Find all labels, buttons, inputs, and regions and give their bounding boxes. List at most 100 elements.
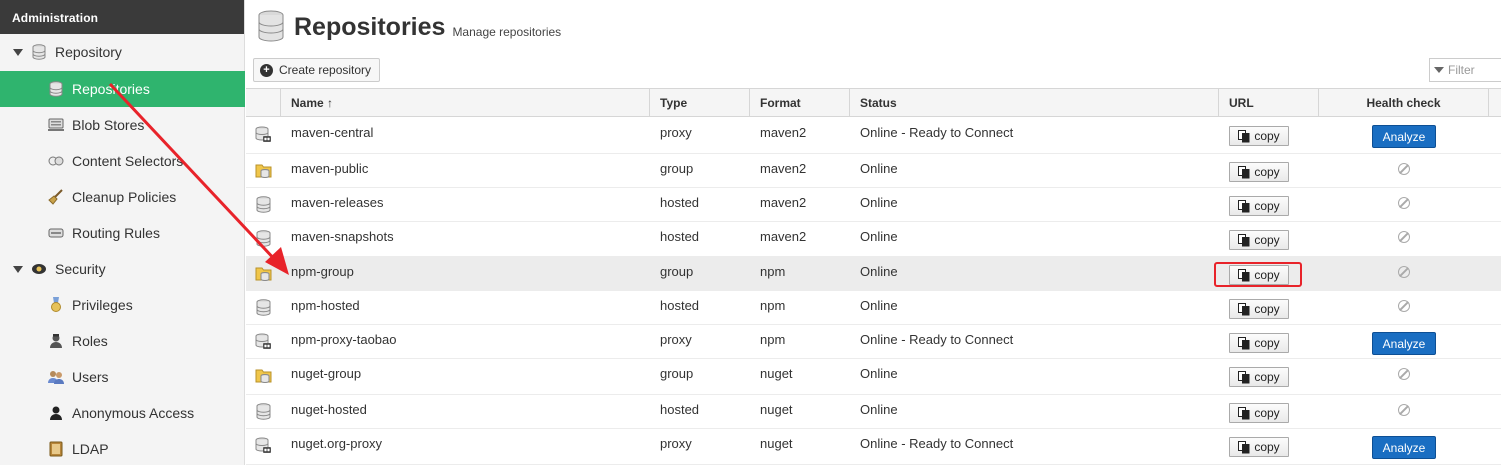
analyze-button[interactable]: Analyze <box>1372 125 1436 148</box>
repository-hosted-icon <box>255 299 272 316</box>
copy-url-button[interactable]: copy <box>1229 367 1289 387</box>
sidebar-item-cleanup-policies[interactable]: Cleanup Policies <box>0 179 245 215</box>
cell-type: proxy <box>660 125 692 140</box>
column-header-name[interactable]: Name ↑ <box>281 89 650 117</box>
copy-label: copy <box>1254 199 1280 213</box>
page-header: Repositories Manage repositories <box>258 10 561 42</box>
repository-row[interactable]: maven-central proxy maven2 Online - Ready t… <box>246 118 1501 154</box>
cell-status: Online - Ready to Connect <box>860 332 1014 347</box>
column-header-format[interactable]: Format <box>750 89 850 117</box>
copy-url-button[interactable]: copy <box>1229 299 1289 319</box>
grid-header: Name ↑ Type Format Status URL Health che… <box>246 88 1501 117</box>
role-icon <box>48 333 64 349</box>
sidebar-item-ldap[interactable]: LDAP <box>0 431 245 465</box>
sidebar-item-users[interactable]: Users <box>0 359 245 395</box>
repository-row[interactable]: nuget.org-proxy proxy nuget Online - Ready … <box>246 429 1501 465</box>
copy-url-button[interactable]: copy <box>1229 162 1289 182</box>
sidebar-item-blob-stores[interactable]: Blob Stores <box>0 107 245 143</box>
repository-row[interactable]: maven-snapshots hosted maven2 Online copy <box>246 222 1501 257</box>
clipboard-icon <box>1238 370 1250 383</box>
sidebar-item-label: Anonymous Access <box>72 405 195 421</box>
cell-name: npm-group <box>291 264 354 279</box>
analyze-button[interactable]: Analyze <box>1372 332 1436 355</box>
copy-url-button[interactable]: copy <box>1229 403 1289 423</box>
sidebar-item-security[interactable]: Security <box>0 251 245 287</box>
column-header-health-check[interactable]: Health check <box>1319 89 1489 117</box>
copy-url-button[interactable]: copy <box>1229 230 1289 250</box>
repository-row[interactable]: nuget-group group nuget Online copy <box>246 359 1501 395</box>
cell-name: npm-hosted <box>291 298 360 313</box>
sidebar-item-content-selectors[interactable]: Content Selectors <box>0 143 245 179</box>
repository-row[interactable]: npm-hosted hosted npm Online copy <box>246 291 1501 325</box>
column-header-type[interactable]: Type <box>650 89 750 117</box>
repository-row[interactable]: npm-proxy-taobao proxy npm Online - Ready t… <box>246 325 1501 359</box>
repository-hosted-icon <box>255 230 272 247</box>
database-icon <box>48 81 64 97</box>
copy-url-button[interactable]: copy <box>1229 126 1289 146</box>
sidebar-item-label: Security <box>55 261 106 277</box>
sidebar-item-label: Content Selectors <box>72 153 184 169</box>
cell-name: maven-public <box>291 161 369 176</box>
database-icon <box>258 10 284 42</box>
column-header-status[interactable]: Status <box>850 89 1219 117</box>
cell-status: Online <box>860 229 898 244</box>
filter-icon <box>1434 67 1444 73</box>
copy-label: copy <box>1254 336 1280 350</box>
repository-group-icon <box>255 162 272 179</box>
cell-name: maven-central <box>291 125 374 140</box>
sidebar-item-repository[interactable]: Repository <box>0 34 245 70</box>
plus-circle-icon: + <box>260 63 273 77</box>
sidebar-item-label: Repository <box>55 44 122 60</box>
repository-proxy-icon <box>255 437 272 454</box>
copy-label: copy <box>1254 165 1280 179</box>
not-available-icon <box>1398 266 1410 278</box>
sidebar-item-anonymous-access[interactable]: Anonymous Access <box>0 395 245 431</box>
cell-name: npm-proxy-taobao <box>291 332 397 347</box>
column-header-url[interactable]: URL <box>1219 89 1319 117</box>
cell-status: Online <box>860 264 898 279</box>
sidebar-item-label: Privileges <box>72 297 133 313</box>
repository-row[interactable]: nuget-hosted hosted nuget Online copy <box>246 395 1501 429</box>
sidebar-item-label: Cleanup Policies <box>72 189 177 205</box>
copy-url-button[interactable]: copy <box>1229 437 1289 457</box>
cell-type: hosted <box>660 229 700 244</box>
repository-proxy-icon <box>255 126 272 143</box>
repository-row[interactable]: npm-group group npm Online copy <box>246 257 1501 291</box>
filter-input[interactable]: Filter <box>1429 58 1501 82</box>
repository-row[interactable]: maven-public group maven2 Online copy <box>246 154 1501 188</box>
not-available-icon <box>1398 163 1410 175</box>
copy-url-button[interactable]: copy <box>1229 333 1289 353</box>
copy-label: copy <box>1254 406 1280 420</box>
cell-type: proxy <box>660 332 692 347</box>
sidebar-item-roles[interactable]: Roles <box>0 323 245 359</box>
cell-type: hosted <box>660 402 700 417</box>
eye-icon <box>31 261 47 277</box>
cell-name: nuget-hosted <box>291 402 367 417</box>
sidebar-item-repositories[interactable]: Repositories <box>0 71 245 107</box>
broom-icon <box>48 189 64 205</box>
sidebar-item-routing-rules[interactable]: Routing Rules <box>0 215 245 251</box>
server-icon <box>48 117 64 133</box>
sidebar-item-label: Routing Rules <box>72 225 160 241</box>
users-icon <box>48 369 64 385</box>
sidebar-item-privileges[interactable]: Privileges <box>0 287 245 323</box>
expand-triangle-icon[interactable] <box>13 265 23 273</box>
sidebar-item-label: LDAP <box>72 441 109 457</box>
cell-format: maven2 <box>760 125 807 140</box>
not-available-icon <box>1398 231 1410 243</box>
clipboard-icon <box>1238 336 1250 349</box>
analyze-button[interactable]: Analyze <box>1372 436 1436 459</box>
repository-proxy-icon <box>255 333 272 350</box>
expand-triangle-icon[interactable] <box>13 48 23 56</box>
cell-format: npm <box>760 298 786 313</box>
copy-url-button[interactable]: copy <box>1229 196 1289 216</box>
sidebar-item-label: Users <box>72 369 109 385</box>
copy-label: copy <box>1254 440 1280 454</box>
content-selector-icon <box>48 153 64 169</box>
repository-row[interactable]: maven-releases hosted maven2 Online copy <box>246 188 1501 222</box>
cell-type: hosted <box>660 195 700 210</box>
create-repository-button[interactable]: + Create repository <box>253 58 381 82</box>
cell-status: Online <box>860 161 898 176</box>
cell-status: Online <box>860 402 898 417</box>
annotation-highlight-box <box>1214 262 1302 287</box>
